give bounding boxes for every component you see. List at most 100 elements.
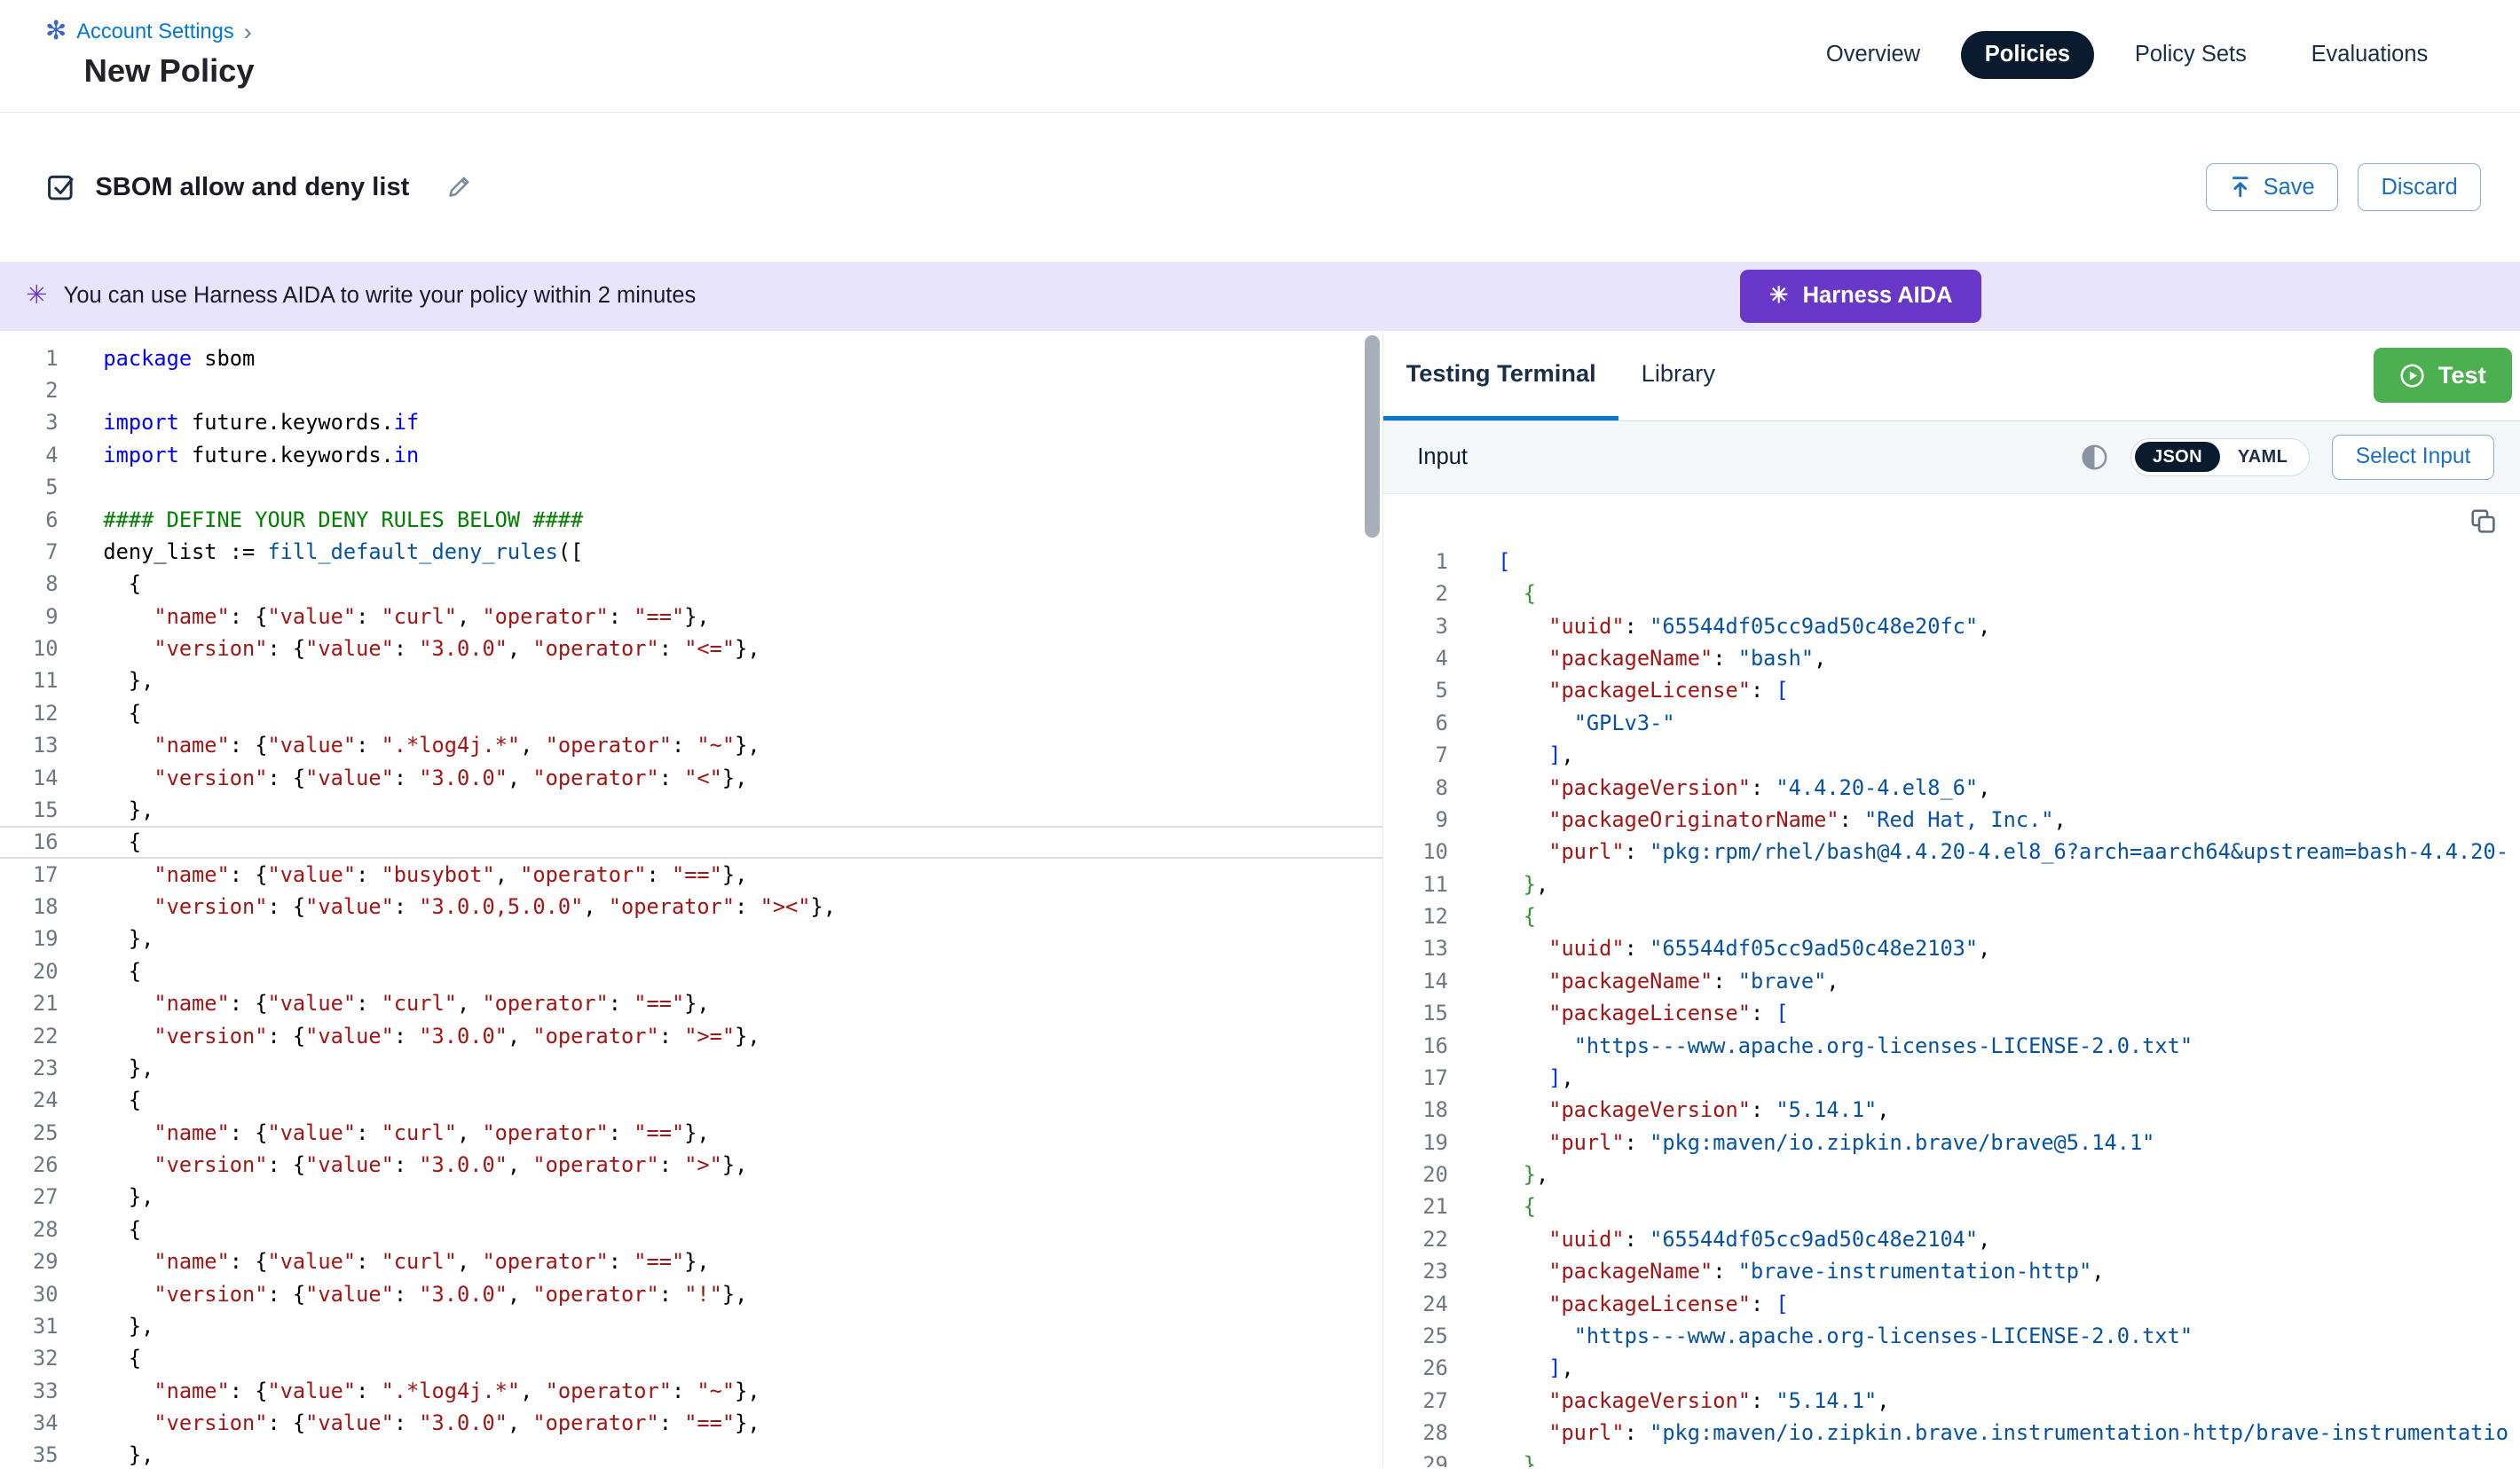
line-number: 19 <box>1383 1127 1448 1159</box>
code-line-9: 9 "name": {"value": "curl", "operator": … <box>0 601 1382 632</box>
aida-sparkle-icon: ✳ <box>26 283 47 309</box>
code-text: "packageLicense": [ <box>1448 997 1789 1029</box>
code-line-10: 10 "purl": "pkg:rpm/rhel/bash@4.4.20-4.e… <box>1383 836 2520 868</box>
line-number: 7 <box>0 536 58 568</box>
code-line-12: 12 { <box>1383 900 2520 932</box>
code-line-12: 12 { <box>0 697 1382 729</box>
code-line-29: 29 }, <box>1383 1449 2520 1466</box>
nav-tab-policies[interactable]: Policies <box>1961 31 2095 79</box>
code-text: "packageName": "brave-instrumentation-ht… <box>1448 1255 2105 1287</box>
code-text: }, <box>1448 1159 1548 1190</box>
code-line-13: 13 "name": {"value": ".*log4j.*", "opera… <box>0 729 1382 761</box>
code-text: }, <box>58 1310 154 1342</box>
contrast-icon[interactable] <box>2081 444 2108 471</box>
test-button[interactable]: Test <box>2374 348 2512 403</box>
test-button-label: Test <box>2438 361 2486 389</box>
aida-sparkle-icon: ✳ <box>1769 283 1788 309</box>
code-line-7: 7 ], <box>1383 739 2520 771</box>
code-line-18: 18 "packageVersion": "5.14.1", <box>1383 1094 2520 1126</box>
code-line-1: 1[ <box>1383 546 2520 577</box>
code-line-31: 31 }, <box>0 1310 1382 1342</box>
line-number: 11 <box>1383 868 1448 900</box>
code-line-5: 5 <box>0 471 1382 503</box>
format-option-yaml[interactable]: YAML <box>2220 442 2305 472</box>
code-text: ], <box>1448 1352 1574 1384</box>
nav-tab-overview[interactable]: Overview <box>1802 31 1945 79</box>
line-number: 3 <box>0 406 58 438</box>
line-number: 8 <box>0 568 58 600</box>
code-text: "packageLicense": [ <box>1448 1288 1789 1320</box>
line-number: 33 <box>0 1375 58 1407</box>
line-number: 22 <box>0 1020 58 1052</box>
code-text: { <box>58 1214 141 1245</box>
code-line-7: 7deny_list := fill_default_deny_rules([ <box>0 536 1382 568</box>
policy-editor-page: ✻ Account Settings › New Policy Overview… <box>0 0 2520 1469</box>
code-line-21: 21 { <box>1383 1190 2520 1222</box>
line-number: 28 <box>0 1214 58 1245</box>
select-input-button[interactable]: Select Input <box>2332 435 2494 480</box>
line-number: 8 <box>1383 772 1448 804</box>
format-option-json[interactable]: JSON <box>2135 442 2220 472</box>
line-number: 14 <box>1383 965 1448 997</box>
harness-aida-button-label: Harness AIDA <box>1803 283 1953 309</box>
discard-button[interactable]: Discard <box>2358 163 2481 212</box>
code-line-25: 25 "name": {"value": "curl", "operator":… <box>0 1117 1382 1149</box>
code-text: "purl": "pkg:rpm/rhel/bash@4.4.20-4.el8_… <box>1448 836 2508 868</box>
select-input-button-label: Select Input <box>2356 444 2471 469</box>
line-number: 1 <box>0 342 58 374</box>
code-line-19: 19 "purl": "pkg:maven/io.zipkin.brave/br… <box>1383 1127 2520 1159</box>
panel-tab-library[interactable]: Library <box>1618 331 1737 420</box>
line-number: 19 <box>0 923 58 954</box>
breadcrumb-account-settings-link[interactable]: Account Settings <box>76 20 233 44</box>
code-text: }, <box>58 794 154 826</box>
code-line-21: 21 "name": {"value": "curl", "operator":… <box>0 987 1382 1019</box>
line-number: 2 <box>0 374 58 406</box>
nav-tab-evaluations[interactable]: Evaluations <box>2287 31 2452 79</box>
harness-aida-button[interactable]: ✳ Harness AIDA <box>1740 270 1981 323</box>
code-line-27: 27 "packageVersion": "5.14.1", <box>1383 1385 2520 1417</box>
code-text: "uuid": "65544df05cc9ad50c48e2104", <box>1448 1223 1991 1255</box>
code-line-25: 25 "https---www.apache.org-licenses-LICE… <box>1383 1320 2520 1352</box>
input-json-viewer[interactable]: 1[2 {3 "uuid": "65544df05cc9ad50c48e20fc… <box>1383 494 2520 1467</box>
line-number: 26 <box>1383 1352 1448 1384</box>
edit-pencil-icon[interactable] <box>446 174 472 200</box>
code-text: { <box>58 955 141 987</box>
code-line-34: 34 "version": {"value": "3.0.0", "operat… <box>0 1407 1382 1439</box>
code-line-28: 28 { <box>0 1214 1382 1245</box>
copy-icon[interactable] <box>2470 508 2496 534</box>
code-text: "name": {"value": "busybot", "operator":… <box>58 859 747 891</box>
main-split: 1package sbom23import future.keywords.if… <box>0 331 2520 1467</box>
play-circle-icon <box>2399 363 2425 389</box>
line-number: 27 <box>1383 1385 1448 1417</box>
line-number: 21 <box>0 987 58 1019</box>
code-text: "version": {"value": "3.0.0,5.0.0", "ope… <box>58 891 836 923</box>
save-button[interactable]: Save <box>2206 163 2338 212</box>
line-number: 3 <box>1383 610 1448 642</box>
line-number: 23 <box>0 1052 58 1084</box>
line-number: 20 <box>1383 1159 1448 1190</box>
code-text: "version": {"value": "3.0.0", "operator"… <box>58 762 747 794</box>
code-text: }, <box>58 1439 154 1466</box>
code-line-15: 15 }, <box>0 794 1382 826</box>
line-number: 14 <box>0 762 58 794</box>
line-number: 9 <box>0 601 58 632</box>
code-line-16: 16 "https---www.apache.org-licenses-LICE… <box>1383 1030 2520 1062</box>
code-text: "version": {"value": "3.0.0", "operator"… <box>58 632 760 664</box>
code-text: "packageVersion": "5.14.1", <box>1448 1385 1890 1417</box>
nav-tab-policy-sets[interactable]: Policy Sets <box>2111 31 2272 79</box>
code-text: "purl": "pkg:maven/io.zipkin.brave.instr… <box>1448 1417 2508 1449</box>
code-line-27: 27 }, <box>0 1181 1382 1213</box>
panel-tab-testing-terminal[interactable]: Testing Terminal <box>1383 331 1618 420</box>
line-number: 7 <box>1383 739 1448 771</box>
code-line-1: 1package sbom <box>0 342 1382 374</box>
code-text: "version": {"value": "3.0.0", "operator"… <box>58 1407 760 1439</box>
policy-code-editor[interactable]: 1package sbom23import future.keywords.if… <box>0 331 1383 1467</box>
code-text: "GPLv3-" <box>1448 707 1675 739</box>
editor-scrollbar[interactable] <box>1365 335 1379 537</box>
code-text: }, <box>58 1181 154 1213</box>
format-toggle: JSONYAML <box>2130 438 2309 476</box>
module-tabs: Overview Policies Policy Sets Evaluations <box>1802 31 2453 79</box>
code-text: deny_list := fill_default_deny_rules([ <box>58 536 583 568</box>
code-text <box>58 374 103 406</box>
code-text: { <box>58 1084 141 1116</box>
